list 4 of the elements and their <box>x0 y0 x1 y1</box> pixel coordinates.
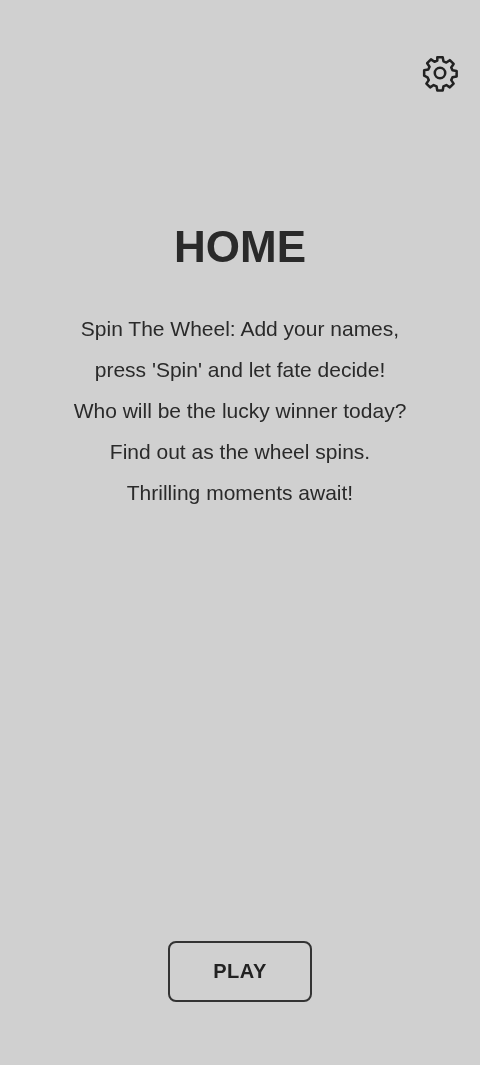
description-text: Spin The Wheel: Add your names, press 'Spin' and let fate decide! Who will be the lucky winner today? Find out as the wheel spins. Thrilling moments await! <box>73 316 407 506</box>
play-button[interactable]: PLAY <box>168 941 312 1002</box>
page-title: HOME <box>174 222 306 272</box>
settings-icon[interactable] <box>421 54 459 92</box>
